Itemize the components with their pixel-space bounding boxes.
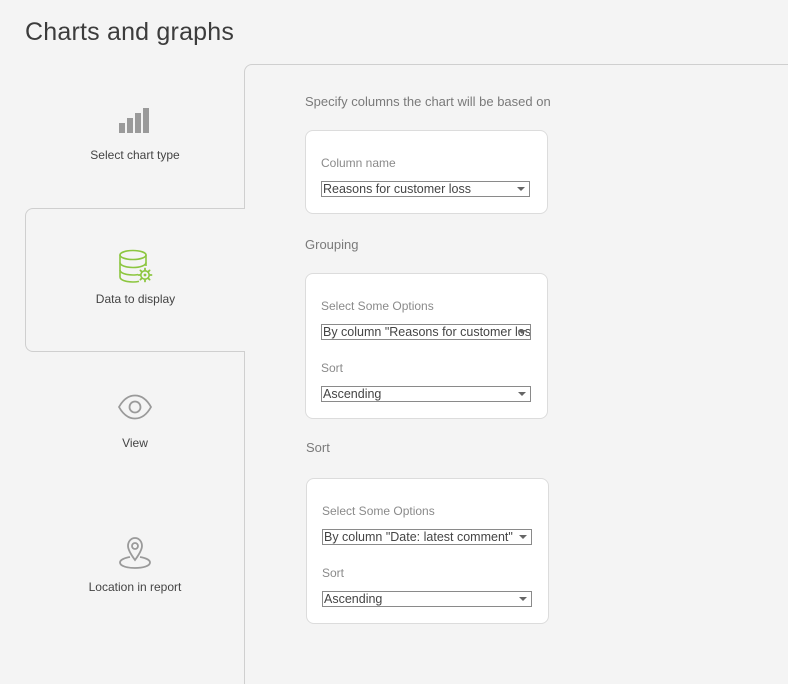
step-label: Location in report (88, 580, 182, 594)
step-label: View (122, 436, 148, 450)
step-data-to-display[interactable]: Data to display (25, 208, 245, 352)
chevron-down-icon (519, 535, 527, 539)
page-title: Charts and graphs (25, 18, 235, 46)
sort-card: Select Some Options By column "Date: lat… (306, 478, 549, 624)
bar-chart-icon (118, 106, 152, 139)
sort-heading: Sort (306, 440, 330, 455)
grouping-options-label: Select Some Options (321, 299, 434, 313)
sort-sort-select[interactable]: Ascending (322, 591, 532, 607)
map-pin-icon (118, 536, 152, 575)
chevron-down-icon (517, 187, 525, 191)
step-location-in-report[interactable]: Location in report (25, 496, 245, 640)
sort-sort-value: Ascending (324, 592, 383, 606)
main-panel: Specify columns the chart will be based … (244, 64, 788, 684)
step-view[interactable]: View (25, 352, 245, 496)
step-select-chart-type[interactable]: Select chart type (25, 64, 245, 208)
step-label: Select chart type (90, 148, 180, 162)
column-name-select[interactable]: Reasons for customer loss (321, 181, 530, 197)
columns-card: Column name Reasons for customer loss (305, 130, 548, 214)
chevron-down-icon (518, 330, 526, 334)
sort-options-label: Select Some Options (322, 504, 435, 518)
column-name-value: Reasons for customer loss (323, 182, 471, 196)
sort-options-value: By column "Date: latest comment" (324, 530, 513, 544)
grouping-card: Select Some Options By column "Reasons f… (305, 273, 548, 419)
grouping-options-value: By column "Reasons for customer loss" (323, 325, 531, 339)
grouping-sort-label: Sort (321, 361, 344, 375)
grouping-heading: Grouping (305, 237, 359, 252)
grouping-options-select[interactable]: By column "Reasons for customer loss" (321, 324, 531, 340)
step-label: Data to display (95, 292, 176, 306)
sort-sort-label: Sort (322, 566, 345, 580)
sort-options-select[interactable]: By column "Date: latest comment" (322, 529, 532, 545)
database-settings-icon (118, 249, 154, 290)
grouping-sort-value: Ascending (323, 387, 382, 401)
grouping-sort-select[interactable]: Ascending (321, 386, 531, 402)
eye-icon (117, 394, 153, 425)
column-name-label: Column name (321, 156, 396, 170)
wizard-steps: Select chart type Data to display View L… (0, 64, 245, 671)
columns-heading: Specify columns the chart will be based … (305, 94, 551, 109)
chevron-down-icon (518, 392, 526, 396)
chevron-down-icon (519, 597, 527, 601)
